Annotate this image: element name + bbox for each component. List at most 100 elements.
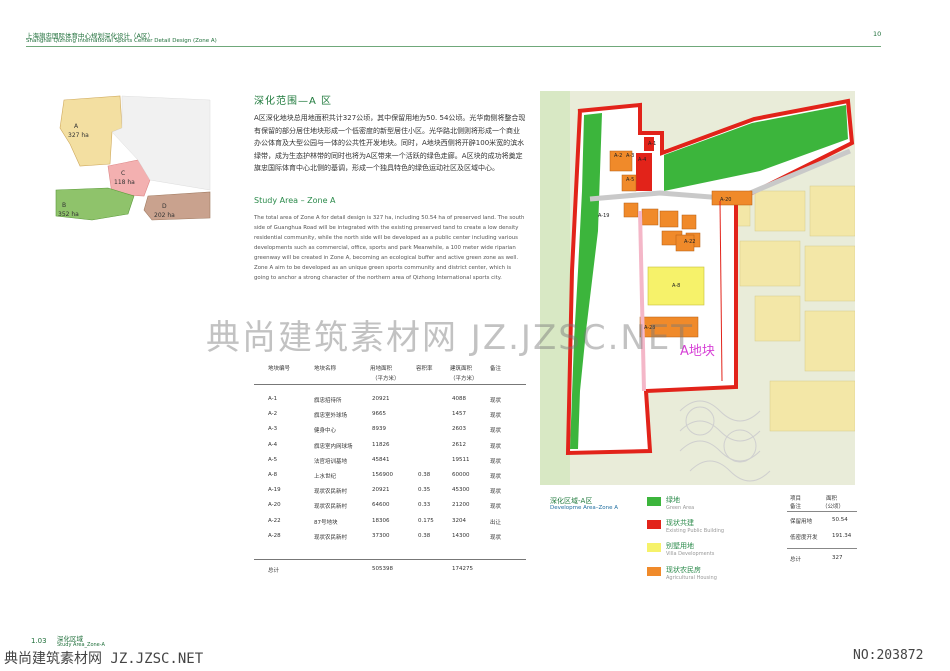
table-header-rule <box>254 384 526 385</box>
table-cell: 现状 <box>490 458 502 465</box>
table-cell: 45300 <box>452 487 470 494</box>
table-cell: A-2 <box>268 411 278 418</box>
table-cell: 20921 <box>372 487 390 494</box>
table-cell: A-4 <box>268 441 278 448</box>
section-title-en: Study Area – Zone A <box>254 196 336 205</box>
zone-a-area <box>59 95 123 167</box>
zone-a-area-label: 327 ha <box>68 132 89 139</box>
section-paragraph-cn: A区深化地块总用地面积共计327公顷，其中保留用地为50. 54公顷。光华南侧将… <box>254 114 526 172</box>
summary-col2b: （公顷） <box>822 504 845 510</box>
col-header-area: 用地面积 <box>370 366 393 372</box>
legend-title-en: Developme Area–Zone A <box>550 505 619 511</box>
table-cell: 现状 <box>490 398 502 404</box>
table-cell: 11826 <box>372 441 390 448</box>
legend-label-agri-en: Agricultural Housing <box>666 575 717 581</box>
block-label-a-5: A-5 <box>626 177 634 183</box>
summary-rule-total <box>787 548 857 549</box>
table-cell: 9665 <box>372 411 386 418</box>
col-header-building: 建筑面积 <box>450 366 473 372</box>
table-cell: 18306 <box>372 517 390 524</box>
table-cell: 60000 <box>452 472 470 478</box>
legend-swatch-public <box>647 520 661 529</box>
table-cell: 现状 <box>490 504 502 511</box>
table-cell: 现状农民新村 <box>314 534 348 541</box>
block-label-a-22: A-22 <box>684 239 695 245</box>
map-context-green <box>540 91 570 485</box>
table-cell: 37300 <box>372 532 390 539</box>
table-cell: 0.35 <box>418 487 431 494</box>
legend-swatch-villa <box>647 543 661 552</box>
table-cell: 87号地块 <box>314 519 338 526</box>
section-title-cn: 深化范围—A 区 <box>254 96 333 107</box>
table-cell: 现状 <box>490 413 502 420</box>
zone-d-area-label: 202 ha <box>154 212 175 219</box>
table-cell: A-19 <box>268 487 281 494</box>
table-cell: 2603 <box>452 426 466 433</box>
block-label-a-1: A-1 <box>648 141 656 147</box>
table-cell: 健身中心 <box>314 428 337 435</box>
table-cell: 0.175 <box>418 517 434 524</box>
table-cell: 旗忠室内网球场 <box>314 443 353 450</box>
zone-d-letter: D <box>162 203 167 210</box>
table-total-area: 505398 <box>372 566 393 572</box>
table-cell: 156900 <box>372 472 393 478</box>
table-cell: 2612 <box>452 441 466 448</box>
land-use-table: 地块编号 地块名称 用地面积 （平方米） 容积率 建筑面积 （平方米） 备注 A… <box>254 356 526 576</box>
header-title-en: Shanghai Qizhong International Sports Ce… <box>26 38 217 44</box>
table-cell: 现状农民新村 <box>314 489 348 496</box>
table-cell: 现状 <box>490 428 502 435</box>
table-cell: 法官培训基地 <box>314 458 348 465</box>
table-cell: A-3 <box>268 426 278 433</box>
legend-label-public-en: Existing Public Building <box>666 528 725 534</box>
legend-label-public: 现状共建 <box>666 519 694 527</box>
summary-rule <box>787 511 857 512</box>
table-cell: 8939 <box>372 426 386 433</box>
table-cell: 旗忠室外球场 <box>314 413 348 420</box>
site-plan-map: A-2 A-3 A-1 A-4 A-5 A-19 A-20 A-22 A-8 A… <box>540 91 855 485</box>
col-header-note: 备注 <box>490 366 502 372</box>
summary-col1b: 备注 <box>790 504 802 510</box>
zone-key-map: A 327 ha C 118 ha B 352 ha D 202 ha <box>55 95 211 221</box>
watermark-center: 典尚建筑素材网 JZ.JZSC.NET <box>206 318 695 358</box>
table-cell: 0.38 <box>418 472 431 478</box>
summary-row1-value: 50.54 <box>832 517 848 523</box>
table-cell: 出让 <box>490 519 502 526</box>
table-cell: 现状 <box>490 489 502 496</box>
legend-label-green: 绿地 <box>666 496 680 504</box>
table-total-label: 总计 <box>268 568 280 574</box>
table-cell: 0.38 <box>418 532 431 539</box>
header-divider <box>26 46 881 47</box>
col-header-area-unit: （平方米） <box>372 376 400 382</box>
table-cell: 64600 <box>372 502 390 509</box>
table-cell: 旗忠招待所 <box>314 398 342 404</box>
page-number: 10 <box>873 30 882 38</box>
legend-label-villa: 别墅用地 <box>666 542 694 550</box>
table-cell: 19511 <box>452 456 470 463</box>
block-label-a-20: A-20 <box>720 197 731 203</box>
legend-swatch-green <box>647 497 661 506</box>
footer-section-number: 1.03 <box>31 637 47 645</box>
table-cell: 现状 <box>490 474 502 480</box>
table-cell: 1457 <box>452 411 466 418</box>
table-cell: A-20 <box>268 502 281 509</box>
zone-b-letter: B <box>62 202 66 209</box>
watermark-bottom: 典尚建筑素材网 JZ.JZSC.NET <box>4 651 204 667</box>
table-cell: 现状 <box>490 443 502 450</box>
summary-col2: 面积 <box>826 496 838 502</box>
table-cell: 3204 <box>452 517 466 524</box>
table-cell: A-1 <box>268 396 278 402</box>
section-paragraph-en: The total area of Zone A for detail desi… <box>254 215 525 281</box>
col-header-name: 地块名称 <box>314 366 337 372</box>
table-cell: A-28 <box>268 532 281 539</box>
table-cell: A-5 <box>268 456 278 463</box>
col-header-building-unit: （平方米） <box>450 376 478 382</box>
table-cell: 4088 <box>452 396 466 402</box>
legend-label-green-en: Green Area <box>666 505 695 511</box>
table-cell: 0.33 <box>418 502 431 509</box>
table-cell: 现状 <box>490 534 502 541</box>
zone-c-area-label: 118 ha <box>114 179 135 186</box>
table-cell: 14300 <box>452 532 470 539</box>
summary-row2-label: 低密度开发 <box>790 535 818 541</box>
zone-c-letter: C <box>121 170 125 177</box>
block-label-a-19: A-19 <box>598 213 609 219</box>
